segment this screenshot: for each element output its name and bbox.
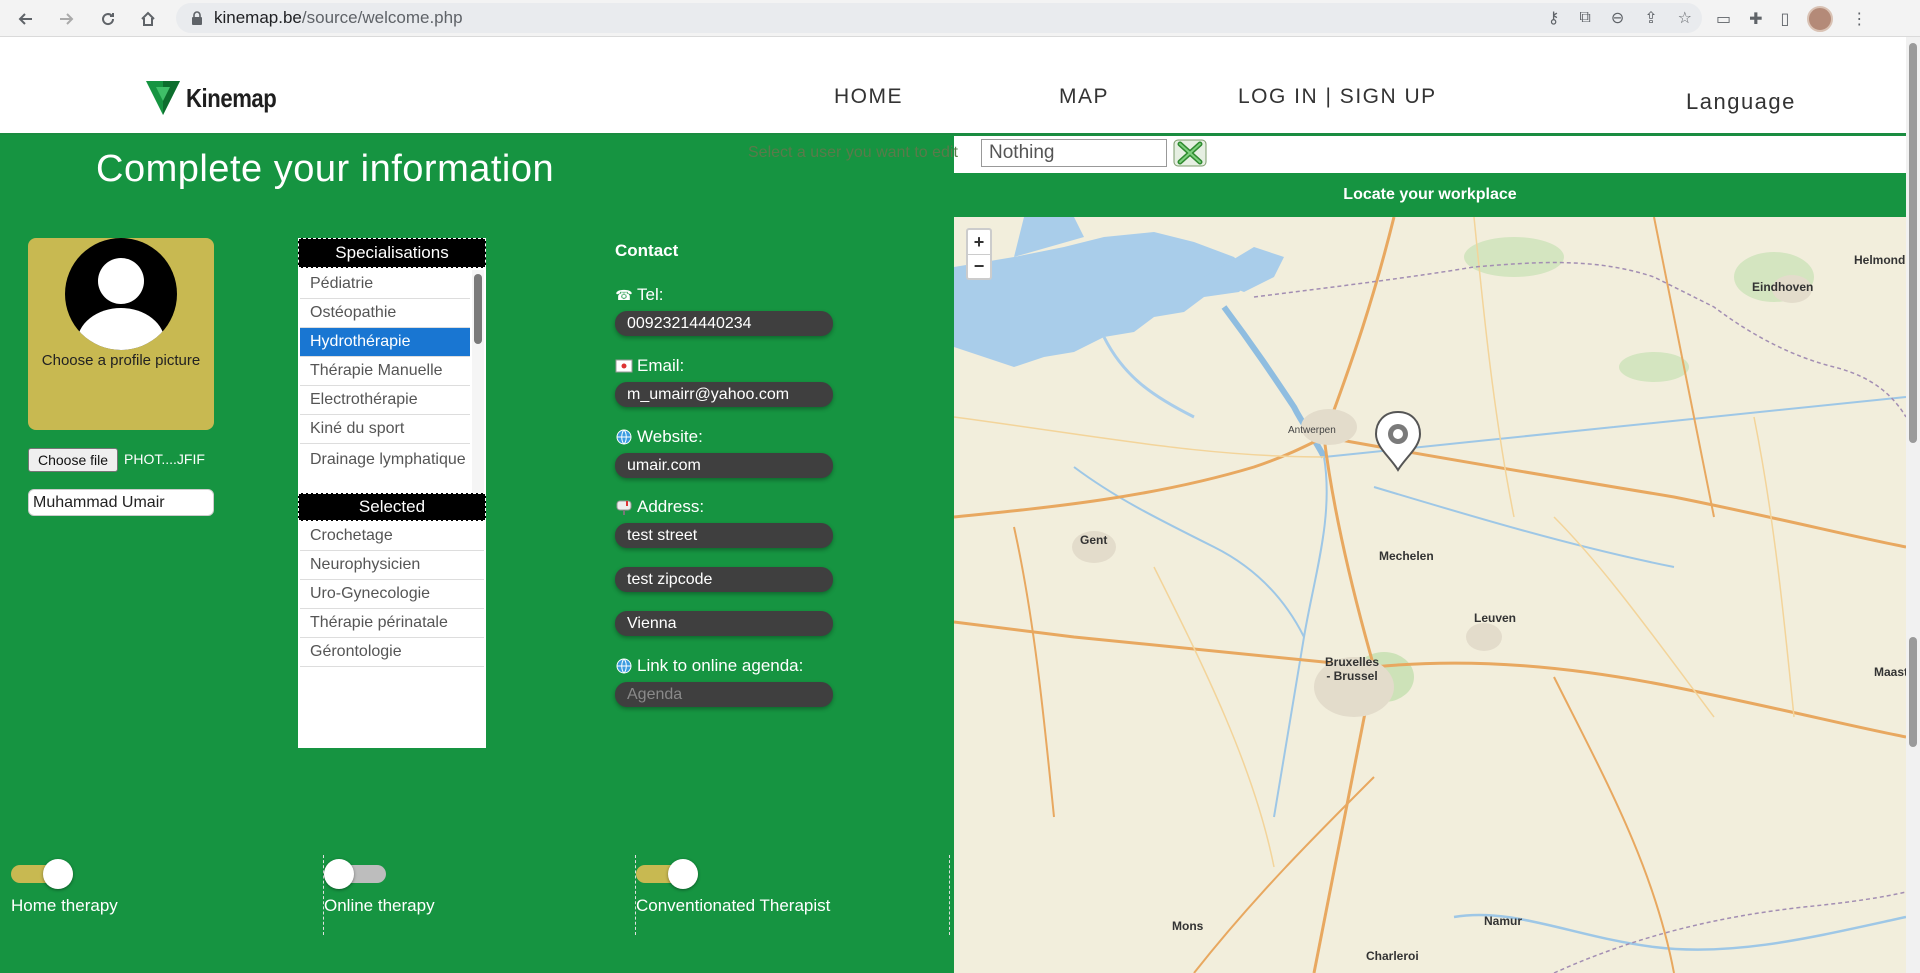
zoom-icon[interactable]: ⊖ xyxy=(1611,8,1624,28)
zoom-out-button[interactable]: − xyxy=(968,254,990,278)
puzzle-icon[interactable]: ✚ xyxy=(1749,9,1762,29)
city-field[interactable]: Vienna xyxy=(615,611,833,636)
conventionated-therapist-label: Conventionated Therapist xyxy=(636,896,831,915)
user-select-input[interactable]: Nothing xyxy=(981,139,1167,167)
list-item[interactable]: Thérapie périnatale xyxy=(300,609,484,638)
language-menu[interactable]: Language xyxy=(1686,89,1796,115)
list-item[interactable]: Pédiatrie xyxy=(300,270,470,299)
map-label: Namur xyxy=(1484,914,1523,928)
address-label: Address: xyxy=(615,497,704,517)
street-field[interactable]: test street xyxy=(615,523,833,548)
lock-icon xyxy=(190,11,204,25)
tel-label: ☎ Tel: xyxy=(615,285,664,304)
page-scrollbar[interactable] xyxy=(1906,37,1920,973)
map-label: Gent xyxy=(1080,533,1108,547)
home-therapy-label: Home therapy xyxy=(11,896,118,915)
map-label: Maastr xyxy=(1874,665,1906,679)
browser-toolbar: kinemap.be/source/welcome.php ⚷ ⧉ ⊖ ⇪ ☆ … xyxy=(0,0,1920,37)
home-icon[interactable] xyxy=(134,5,162,33)
tel-field[interactable]: 00923214440234 xyxy=(615,311,833,336)
choose-file-button[interactable]: Choose file xyxy=(28,448,118,472)
list-item[interactable]: Crochetage xyxy=(300,522,484,551)
nav-login-signup[interactable]: LOG IN | SIGN UP xyxy=(1238,85,1437,109)
envelope-icon xyxy=(615,357,633,375)
map-label: Mons xyxy=(1172,919,1204,933)
map-tiles xyxy=(954,217,1906,973)
agenda-label: Link to online agenda: xyxy=(615,656,803,676)
map-label: Eindhoven xyxy=(1752,280,1814,294)
clear-selection-icon[interactable] xyxy=(1172,138,1208,168)
selected-list[interactable]: Crochetage Neurophysicien Uro-Gynecologi… xyxy=(300,522,484,667)
site-header: Kinemap HOME MAP LOG IN | SIGN UP Langua… xyxy=(0,37,1906,135)
list-item-selected[interactable]: Hydrothérapie xyxy=(300,328,470,357)
map-header: Locate your workplace xyxy=(954,173,1906,217)
conventionated-therapist-toggle[interactable] xyxy=(636,859,698,889)
profile-picture-label: Choose a profile picture xyxy=(41,352,201,369)
list-item[interactable]: Neurophysicien xyxy=(300,551,484,580)
bookmark-star-icon[interactable]: ☆ xyxy=(1678,8,1692,28)
specialisations-list[interactable]: Pédiatrie Ostéopathie Hydrothérapie Thér… xyxy=(300,270,470,494)
zoom-in-button[interactable]: + xyxy=(968,230,990,254)
map-label: Bruxelles - Brussel xyxy=(1324,655,1380,683)
contact-title: Contact xyxy=(615,241,679,260)
globe-icon xyxy=(615,428,633,446)
specialisations-scrollbar[interactable] xyxy=(472,270,484,494)
logo[interactable]: Kinemap xyxy=(146,79,292,117)
globe-icon xyxy=(615,657,633,675)
list-item[interactable]: Electrothérapie xyxy=(300,386,470,415)
map[interactable]: Antwerpen Mechelen Gent Bruxelles - Brus… xyxy=(954,217,1906,973)
avatar[interactable] xyxy=(1807,6,1834,32)
selected-header: Selected xyxy=(298,493,486,521)
side-panel-icon[interactable]: ▯ xyxy=(1781,9,1790,29)
list-item[interactable]: Ostéopathie xyxy=(300,299,470,328)
user-select-label: Select a user you want to edit xyxy=(748,144,958,161)
list-item[interactable]: Kiné du sport xyxy=(300,415,470,444)
online-therapy-toggle[interactable] xyxy=(324,859,386,889)
website-label: Website: xyxy=(615,427,703,447)
address-bar[interactable]: kinemap.be/source/welcome.php ⚷ ⧉ ⊖ ⇪ ☆ xyxy=(176,3,1702,33)
name-input[interactable]: Muhammad Umair xyxy=(28,489,214,516)
avatar-placeholder-icon xyxy=(65,238,177,350)
email-field[interactable]: m_umairr@yahoo.com xyxy=(615,382,833,407)
page-title: Complete your information xyxy=(96,148,555,190)
mailbox-icon xyxy=(615,498,633,516)
profile-picture-card[interactable]: Choose a profile picture xyxy=(28,238,214,430)
online-therapy-label: Online therapy xyxy=(324,896,435,915)
agenda-field[interactable]: Agenda xyxy=(615,682,833,707)
list-item[interactable]: Thérapie Manuelle xyxy=(300,357,470,386)
url-text: kinemap.be/source/welcome.php xyxy=(214,8,463,27)
logo-mark-icon xyxy=(146,81,180,115)
map-label: Charleroi xyxy=(1366,949,1419,963)
logo-text: Kinemap xyxy=(186,82,277,113)
reload-icon[interactable] xyxy=(94,5,122,33)
extension-tile-icon[interactable]: ▭ xyxy=(1716,9,1731,29)
nav-home[interactable]: HOME xyxy=(834,85,903,109)
list-item[interactable]: Gérontologie xyxy=(300,638,484,667)
share-icon[interactable]: ⇪ xyxy=(1644,8,1657,28)
home-therapy-toggle[interactable] xyxy=(11,859,73,889)
divider xyxy=(949,855,950,935)
forward-icon[interactable] xyxy=(52,5,80,33)
map-zoom-controls: + − xyxy=(966,228,992,280)
nav-map[interactable]: MAP xyxy=(1059,85,1109,109)
zipcode-field[interactable]: test zipcode xyxy=(615,567,833,592)
list-item[interactable]: Uro-Gynecologie xyxy=(300,580,484,609)
map-label: Antwerpen xyxy=(1288,425,1336,436)
map-label: Helmond xyxy=(1854,253,1906,267)
specialisations-header: Specialisations xyxy=(298,238,486,268)
translate-icon[interactable]: ⧉ xyxy=(1579,9,1590,27)
more-menu-icon[interactable]: ⋮ xyxy=(1851,9,1867,29)
specialisations-panel: Specialisations Pédiatrie Ostéopathie Hy… xyxy=(298,238,486,748)
map-label: Mechelen xyxy=(1379,549,1434,563)
key-icon[interactable]: ⚷ xyxy=(1548,8,1560,28)
back-icon[interactable] xyxy=(12,5,40,33)
email-label: Email: xyxy=(615,356,684,376)
list-item[interactable]: Drainage lymphatique xyxy=(300,444,470,494)
phone-icon: ☎ xyxy=(615,286,633,303)
map-label: Leuven xyxy=(1474,611,1517,625)
file-name: PHOT....JFIF xyxy=(124,451,205,467)
website-field[interactable]: umair.com xyxy=(615,453,833,478)
